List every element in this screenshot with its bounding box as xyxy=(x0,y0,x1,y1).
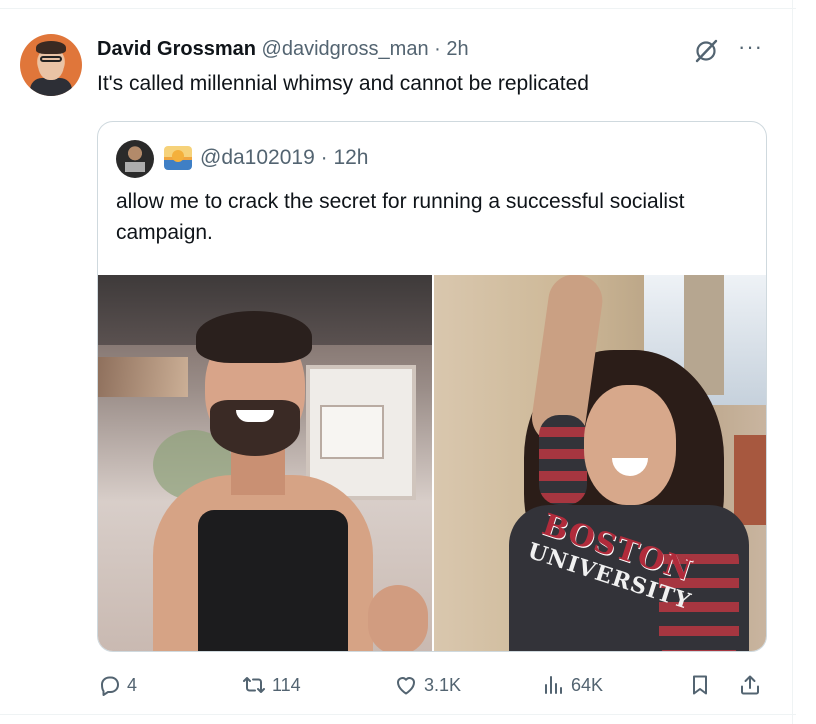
share-icon xyxy=(741,675,759,695)
retweet-icon xyxy=(243,677,265,693)
tweet-text: It's called millennial whimsy and cannot… xyxy=(97,72,589,95)
tweet-time[interactable]: 2h xyxy=(446,38,468,60)
separator-dot: · xyxy=(434,38,441,60)
views-button[interactable]: 64K xyxy=(541,668,603,702)
tweet-header: David Grossman @davidgross_man · 2h xyxy=(97,36,469,62)
like-count: 3.1K xyxy=(424,674,462,695)
photo-left[interactable] xyxy=(98,275,432,651)
apron xyxy=(198,510,348,651)
quoted-avatar[interactable] xyxy=(116,140,154,178)
views-icon xyxy=(545,676,562,694)
author-avatar[interactable] xyxy=(20,34,82,96)
retweet-button[interactable]: 114 xyxy=(242,668,301,702)
quoted-header: @da102019 · 12h xyxy=(200,145,369,171)
top-divider xyxy=(0,8,796,9)
quoted-tweet[interactable]: @da102019 · 12h allow me to crack the se… xyxy=(97,121,767,652)
action-bar: 4 114 3.1K 64K xyxy=(0,668,816,702)
more-icon[interactable]: ··· xyxy=(738,36,763,58)
retweet-count: 114 xyxy=(272,674,301,695)
like-button[interactable]: 3.1K xyxy=(394,668,461,702)
reply-icon xyxy=(101,676,119,696)
reply-count: 4 xyxy=(127,674,138,695)
heart-icon xyxy=(397,677,415,695)
bookmark-button[interactable] xyxy=(688,668,712,702)
right-divider xyxy=(792,0,793,724)
reply-button[interactable]: 4 xyxy=(97,668,137,702)
separator-dot: · xyxy=(320,146,328,169)
views-count: 64K xyxy=(571,674,604,695)
quoted-handle[interactable]: @da102019 xyxy=(200,146,315,169)
share-button[interactable] xyxy=(738,668,762,702)
bookmark-icon xyxy=(693,675,707,695)
bottom-divider xyxy=(0,714,796,715)
quoted-time[interactable]: 12h xyxy=(333,146,368,169)
quoted-text: allow me to crack the secret for running… xyxy=(116,190,685,244)
photo-right[interactable]: BOSTON UNIVERSITY xyxy=(434,275,766,651)
author-handle[interactable]: @davidgross_man xyxy=(262,38,429,60)
grok-icon[interactable] xyxy=(693,38,719,64)
author-name[interactable]: David Grossman xyxy=(97,38,256,60)
sunrise-flag-icon xyxy=(164,146,192,170)
